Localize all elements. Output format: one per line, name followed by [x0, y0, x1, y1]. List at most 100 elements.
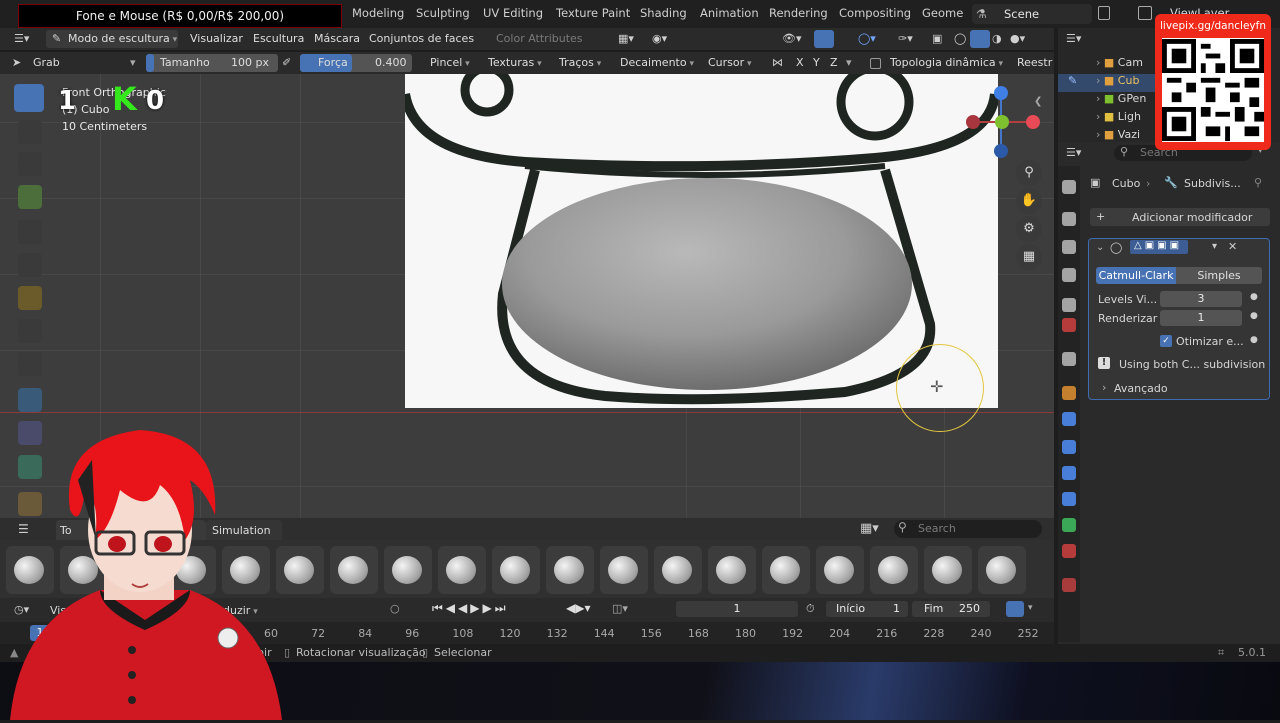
- box-mask-icon[interactable]: [18, 253, 42, 277]
- color-attributes-button[interactable]: Color Attributes: [496, 32, 583, 45]
- constraints-tab-icon[interactable]: [1062, 492, 1076, 506]
- collapse-chevron-icon[interactable]: ⌄: [1096, 242, 1104, 253]
- brush-thumbnail[interactable]: [330, 546, 378, 594]
- outliner-item[interactable]: › ■ Vazi: [1096, 128, 1140, 141]
- simple-button[interactable]: Simples: [1176, 267, 1262, 284]
- dyntopo-label[interactable]: Topologia dinâmica: [890, 56, 1003, 69]
- brush-thumbnail[interactable]: [438, 546, 486, 594]
- properties-editor-icon[interactable]: ☰▾: [1066, 146, 1081, 159]
- brush-thumbnail[interactable]: [762, 546, 810, 594]
- draw-tool-icon[interactable]: [18, 120, 42, 144]
- brush-thumbnail[interactable]: [654, 546, 702, 594]
- optimize-checkbox[interactable]: ✓: [1160, 335, 1172, 347]
- toggle-xray-icon[interactable]: ▣: [932, 32, 942, 45]
- shading-wireframe-icon[interactable]: ◯: [954, 32, 966, 45]
- face-set-icon[interactable]: [18, 286, 42, 310]
- gizmo-x-icon[interactable]: [1026, 115, 1040, 129]
- pressure-pen-icon[interactable]: ✐: [282, 56, 291, 69]
- editor-type-icon[interactable]: ☰▾: [14, 32, 29, 45]
- shading-rendered-icon[interactable]: ●▾: [1010, 32, 1025, 45]
- timeline-view-toggle-icon[interactable]: [1006, 601, 1024, 617]
- end-frame-field[interactable]: Fim 250: [912, 601, 990, 617]
- outliner-item[interactable]: › ■ Ligh: [1096, 110, 1141, 123]
- remesh-label[interactable]: Reestr: [1017, 56, 1052, 69]
- tab-uv-editing[interactable]: UV Editing: [483, 6, 543, 20]
- auto-key-icon[interactable]: ◫▾: [612, 602, 628, 615]
- expand-arrow-icon[interactable]: ›: [1096, 56, 1104, 69]
- symmetry-x[interactable]: X: [796, 56, 804, 69]
- proportional-edit-icon[interactable]: ◉▾: [652, 32, 667, 45]
- particles-tab-icon[interactable]: [1062, 440, 1076, 454]
- keyframe-dot-icon-2[interactable]: ●: [1250, 311, 1258, 321]
- new-scene-icon[interactable]: [1098, 6, 1110, 20]
- brush-thumbnail[interactable]: [384, 546, 432, 594]
- texture-tab-icon[interactable]: [1062, 578, 1076, 592]
- shading-solid-icon[interactable]: [970, 30, 990, 48]
- brush-thumbnail[interactable]: [492, 546, 540, 594]
- zoom-icon[interactable]: ⚲: [1016, 160, 1042, 186]
- render-levels-field[interactable]: 1: [1160, 310, 1242, 326]
- outliner-pen-icon[interactable]: ✎: [1068, 74, 1077, 87]
- view-layer-icon[interactable]: [1138, 6, 1152, 20]
- playback-controls[interactable]: ⏮◀◀▶▶⏭: [432, 601, 509, 616]
- stroke-menu[interactable]: Traços: [559, 56, 601, 69]
- mesh-filter-icon[interactable]: [18, 388, 42, 412]
- modifier-menu-icon[interactable]: ▾: [1212, 241, 1217, 252]
- line-project-icon[interactable]: [18, 352, 42, 376]
- brush-thumbnail[interactable]: [924, 546, 972, 594]
- start-frame-field[interactable]: Início 1: [826, 601, 908, 617]
- gizmo-z-icon[interactable]: [994, 86, 1008, 100]
- outliner-item[interactable]: › ■ Cam: [1096, 56, 1143, 69]
- collection-tab-icon[interactable]: [1062, 352, 1076, 366]
- tab-rendering[interactable]: Rendering: [769, 6, 828, 20]
- current-frame-field[interactable]: 1: [676, 601, 798, 617]
- display-mode-icons[interactable]: △▣▣▣: [1134, 240, 1182, 251]
- symmetry-icon[interactable]: ⋈: [772, 56, 783, 69]
- gizmo-toggle-icon[interactable]: [814, 30, 834, 48]
- brush-menu[interactable]: Pincel: [430, 56, 470, 69]
- symmetry-y[interactable]: Y: [813, 56, 820, 69]
- outliner-editor-icon[interactable]: ☰▾: [1066, 32, 1081, 45]
- tab-texture-paint[interactable]: Texture Paint: [556, 6, 630, 20]
- expand-arrow-icon[interactable]: ›: [1096, 74, 1104, 87]
- tab-compositing[interactable]: Compositing: [839, 6, 911, 20]
- symmetry-dropdown-icon[interactable]: ▾: [846, 56, 852, 69]
- data-tab-icon[interactable]: [1062, 518, 1076, 532]
- world-tab-icon[interactable]: [1062, 318, 1076, 332]
- smooth-tool-icon[interactable]: [18, 152, 42, 176]
- tab-geometry-nodes[interactable]: Geome: [922, 6, 963, 20]
- output-tab-icon[interactable]: [1062, 240, 1076, 254]
- brush-thumbnail[interactable]: [600, 546, 648, 594]
- timeline-view-dropdown-icon[interactable]: ▾: [1028, 603, 1033, 613]
- pin-icon[interactable]: ⚲: [1254, 176, 1262, 189]
- brush-dropdown-icon[interactable]: ▾: [130, 56, 136, 69]
- overlays-icon[interactable]: ◯▾: [858, 32, 876, 45]
- keying-icon[interactable]: ○: [390, 602, 400, 615]
- keyframe-jump-icon[interactable]: ◀▶▾: [566, 601, 590, 615]
- texture-menu[interactable]: Texturas: [488, 56, 542, 69]
- advanced-panel-header[interactable]: Avançado: [1114, 382, 1168, 395]
- material-tab-icon[interactable]: [1062, 544, 1076, 558]
- grab-tool-icon[interactable]: [14, 84, 44, 112]
- grid-view-icon[interactable]: ▦▾: [860, 521, 879, 536]
- scene-tab-icon[interactable]: [1062, 298, 1076, 312]
- catmull-clark-button[interactable]: Catmull-Clark: [1096, 267, 1176, 284]
- falloff-menu[interactable]: Decaimento: [620, 56, 694, 69]
- paint-tool-icon[interactable]: [18, 185, 42, 209]
- symmetry-z[interactable]: Z: [830, 56, 838, 69]
- brush-thumbnail[interactable]: [816, 546, 864, 594]
- tool-tab-icon[interactable]: [1062, 180, 1076, 194]
- mask-tool-icon[interactable]: [18, 220, 42, 244]
- ortho-grid-icon[interactable]: ▦: [1016, 244, 1042, 270]
- pan-hand-icon[interactable]: ✋: [1016, 188, 1042, 214]
- tab-shading[interactable]: Shading: [640, 6, 687, 20]
- levels-viewport-field[interactable]: 3: [1160, 291, 1242, 307]
- visibility-icon[interactable]: 👁▾: [782, 32, 802, 45]
- camera-view-icon[interactable]: ⚙: [1016, 216, 1042, 242]
- tab-modeling[interactable]: Modeling: [352, 6, 404, 20]
- outliner-item[interactable]: › ■ Cub: [1096, 74, 1139, 87]
- shelf-search-input[interactable]: Search: [894, 520, 1042, 538]
- render-tab-icon[interactable]: [1062, 212, 1076, 226]
- expand-arrow-icon[interactable]: ›: [1096, 92, 1104, 105]
- modifier-tab-icon[interactable]: [1062, 412, 1076, 426]
